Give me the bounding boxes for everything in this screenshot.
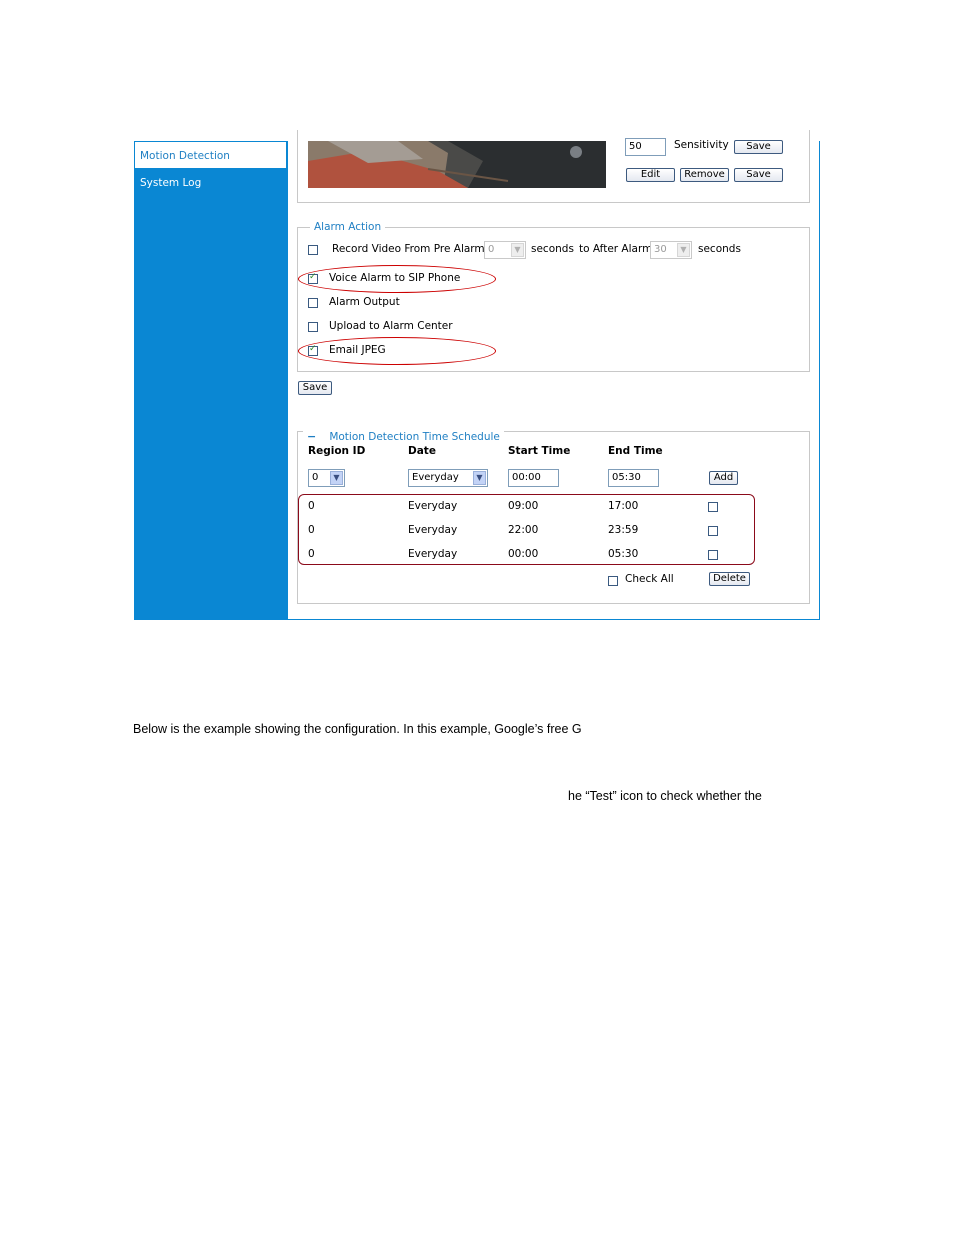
check-all-label: Check All bbox=[625, 573, 674, 585]
region-cell: 0 bbox=[308, 548, 315, 560]
sensitivity-label: Sensitivity bbox=[674, 139, 729, 151]
alarm-output-checkbox[interactable] bbox=[308, 298, 318, 308]
sidebar-item-system-log[interactable]: System Log bbox=[134, 174, 288, 194]
alarm-save-button[interactable]: Save bbox=[298, 381, 332, 395]
schedule-legend: − Motion Detection Time Schedule bbox=[303, 425, 504, 443]
end-time-header: End Time bbox=[608, 445, 663, 457]
chevron-down-icon: ▼ bbox=[677, 243, 690, 257]
alarm-action-legend: Alarm Action bbox=[310, 221, 386, 233]
after-alarm-select[interactable]: 30 ▼ bbox=[650, 241, 692, 259]
remove-button[interactable]: Remove bbox=[680, 168, 729, 182]
region-cell: 0 bbox=[308, 524, 315, 536]
date-select[interactable]: Everyday ▼ bbox=[408, 469, 488, 487]
schedule-legend-label: Motion Detection Time Schedule bbox=[329, 431, 500, 443]
add-button[interactable]: Add bbox=[709, 471, 738, 485]
region-id-select[interactable]: 0 ▼ bbox=[308, 469, 345, 487]
edit-button[interactable]: Edit bbox=[626, 168, 675, 182]
collapse-icon[interactable]: − bbox=[307, 430, 316, 443]
panel-border bbox=[819, 141, 820, 620]
check-all-checkbox[interactable] bbox=[608, 576, 618, 586]
record-video-checkbox[interactable] bbox=[308, 245, 318, 255]
region-id-header: Region ID bbox=[308, 445, 366, 457]
row-checkbox[interactable] bbox=[708, 502, 718, 512]
alarm-output-label: Alarm Output bbox=[329, 296, 400, 308]
end-time-input[interactable]: 05:30 bbox=[608, 469, 659, 487]
region-cell: 0 bbox=[308, 500, 315, 512]
document-text-line: he “Test” icon to check whether the bbox=[568, 789, 762, 803]
end-cell: 05:30 bbox=[608, 548, 639, 560]
to-after-alarm-label: to After Alarm bbox=[579, 243, 653, 255]
highlight-ellipse bbox=[298, 265, 496, 293]
panel-border bbox=[288, 619, 820, 620]
table-row: 0 Everyday 00:00 05:30 bbox=[298, 546, 755, 566]
chevron-down-icon: ▼ bbox=[330, 471, 343, 485]
sidebar-item-label: System Log bbox=[140, 177, 202, 189]
end-cell: 23:59 bbox=[608, 524, 639, 536]
start-cell: 09:00 bbox=[508, 500, 539, 512]
highlight-ellipse bbox=[298, 337, 496, 365]
camera-preview[interactable] bbox=[308, 141, 606, 188]
table-row: 0 Everyday 22:00 23:59 bbox=[298, 522, 755, 542]
row-checkbox[interactable] bbox=[708, 526, 718, 536]
pre-alarm-select[interactable]: 0 ▼ bbox=[484, 241, 526, 259]
start-cell: 00:00 bbox=[508, 548, 539, 560]
sidebar-item-motion-detection[interactable]: Motion Detection bbox=[134, 141, 287, 169]
date-cell: Everyday bbox=[408, 500, 458, 512]
upload-alarm-center-checkbox[interactable] bbox=[308, 322, 318, 332]
sensitivity-save-button[interactable]: Save bbox=[734, 140, 783, 154]
seconds-label: seconds bbox=[531, 243, 574, 255]
start-cell: 22:00 bbox=[508, 524, 539, 536]
record-video-label: Record Video From Pre Alarm bbox=[332, 243, 485, 255]
date-header: Date bbox=[408, 445, 436, 457]
region-save-button[interactable]: Save bbox=[734, 168, 783, 182]
seconds-label: seconds bbox=[698, 243, 741, 255]
row-checkbox[interactable] bbox=[708, 550, 718, 560]
end-cell: 17:00 bbox=[608, 500, 639, 512]
start-time-input[interactable]: 00:00 bbox=[508, 469, 559, 487]
document-text-line: Below is the example showing the configu… bbox=[133, 722, 582, 736]
start-time-header: Start Time bbox=[508, 445, 571, 457]
chevron-down-icon: ▼ bbox=[473, 471, 486, 485]
delete-button[interactable]: Delete bbox=[709, 572, 750, 586]
date-cell: Everyday bbox=[408, 548, 458, 560]
sensitivity-input[interactable]: 50 bbox=[625, 138, 666, 156]
table-row: 0 Everyday 09:00 17:00 bbox=[298, 498, 755, 518]
chevron-down-icon: ▼ bbox=[511, 243, 524, 257]
date-cell: Everyday bbox=[408, 524, 458, 536]
sidebar-item-label: Motion Detection bbox=[140, 150, 230, 162]
sidebar bbox=[134, 141, 288, 620]
upload-alarm-center-label: Upload to Alarm Center bbox=[329, 320, 453, 332]
